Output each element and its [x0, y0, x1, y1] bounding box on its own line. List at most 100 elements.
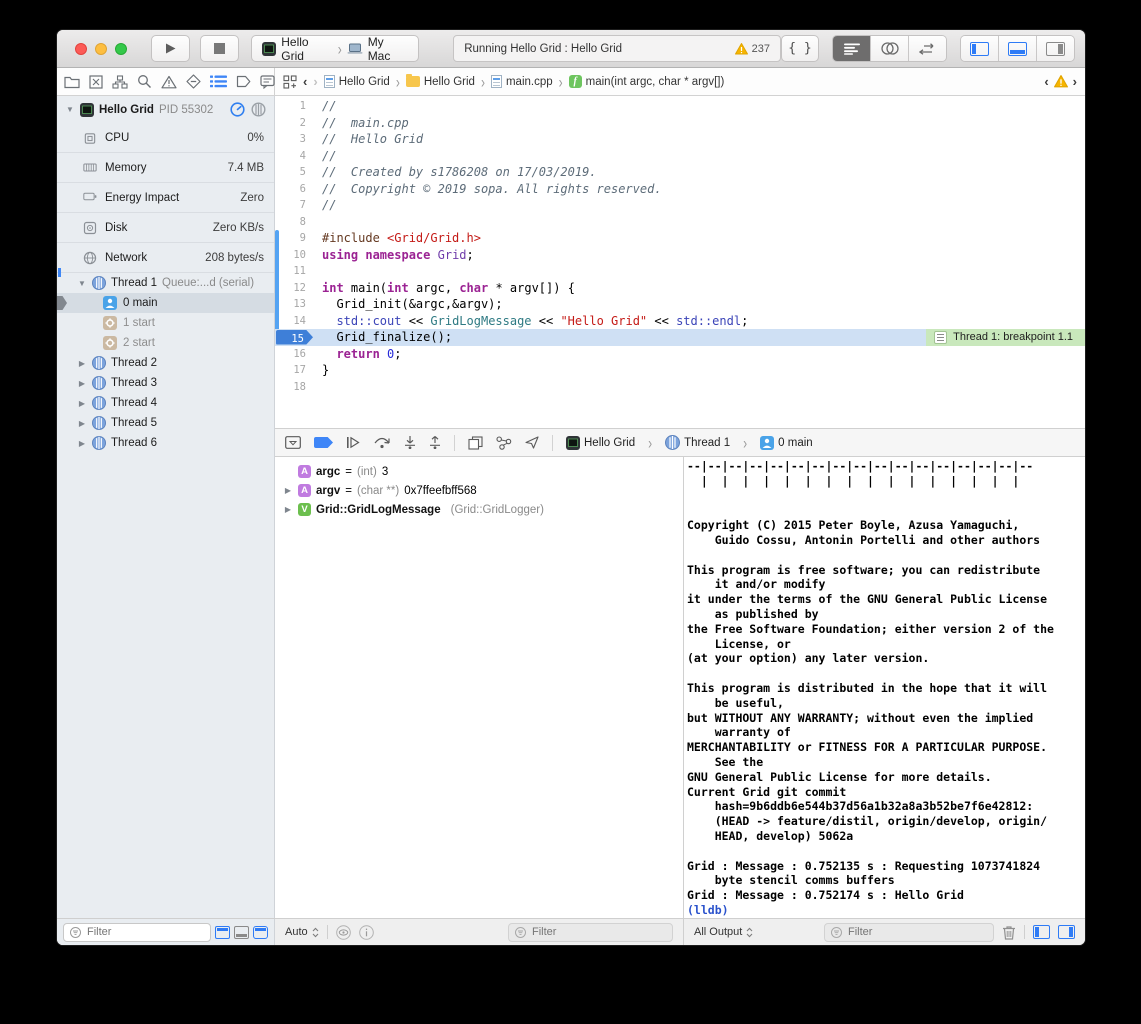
- variables-view[interactable]: Aargc=(int)3▶Aargv=(char **)0x7ffeefbff5…: [275, 457, 683, 918]
- stack-frame-row[interactable]: 2 start: [57, 333, 274, 353]
- filter-input[interactable]: [85, 925, 204, 939]
- line-number-gutter[interactable]: 18: [275, 379, 315, 396]
- variable-row[interactable]: ▶VGrid::GridLogMessage(Grid::GridLogger): [275, 500, 683, 519]
- console-scope-selector[interactable]: All Output: [694, 926, 753, 938]
- line-number-gutter[interactable]: 7: [275, 197, 315, 214]
- breadcrumb-project[interactable]: Hello Grid: [324, 75, 390, 88]
- filter-input[interactable]: [846, 925, 987, 939]
- breakpoint-navigator-icon[interactable]: [236, 75, 251, 88]
- toggle-inspector-button[interactable]: [1036, 36, 1074, 61]
- variables-filter-field[interactable]: [508, 923, 673, 942]
- disclosure-triangle[interactable]: ▶: [77, 419, 87, 428]
- code-line[interactable]: 9#include <Grid/Grid.h>: [275, 230, 1085, 247]
- version-editor-button[interactable]: [908, 36, 946, 61]
- gauge-row-cpu[interactable]: CPU0%: [57, 123, 274, 152]
- lldb-prompt[interactable]: (lldb): [687, 903, 735, 917]
- filter-input[interactable]: [530, 925, 666, 939]
- breakpoints-toggle-button[interactable]: [314, 437, 333, 448]
- stop-button[interactable]: [200, 35, 239, 62]
- process-row[interactable]: ▼ Hello Grid PID 55302: [57, 96, 274, 123]
- threads-view-icon[interactable]: [251, 102, 266, 117]
- code-line[interactable]: 18: [275, 379, 1085, 396]
- toggle-variables-view-button[interactable]: [1033, 925, 1050, 939]
- symbol-navigator-icon[interactable]: [112, 75, 128, 89]
- disclosure-triangle[interactable]: ▶: [283, 486, 293, 495]
- code-line[interactable]: 1//: [275, 98, 1085, 115]
- test-navigator-icon[interactable]: [186, 74, 201, 89]
- close-window-button[interactable]: [75, 43, 87, 55]
- code-line[interactable]: 3// Hello Grid: [275, 131, 1085, 148]
- gauge-row-disk[interactable]: DiskZero KB/s: [57, 212, 274, 242]
- debug-breadcrumb-thread[interactable]: Thread 1: [665, 435, 730, 450]
- line-number-gutter[interactable]: 9: [275, 230, 315, 247]
- variable-row[interactable]: Aargc=(int)3: [275, 462, 683, 481]
- source-editor[interactable]: 1//2// main.cpp3// Hello Grid4//5// Crea…: [275, 96, 1085, 428]
- line-number-gutter[interactable]: 14: [275, 313, 315, 330]
- go-forward-button[interactable]: ›: [313, 74, 317, 89]
- zoom-window-button[interactable]: [115, 43, 127, 55]
- code-line[interactable]: 6// Copyright © 2019 sopa. All rights re…: [275, 181, 1085, 198]
- previous-issue-button[interactable]: ‹: [1044, 74, 1048, 89]
- view-debugger-icon[interactable]: [468, 436, 483, 450]
- toggle-console-view-button[interactable]: [1058, 925, 1075, 939]
- disclosure-triangle[interactable]: ▶: [77, 399, 87, 408]
- console-filter-field[interactable]: [824, 923, 994, 942]
- assistant-editor-button[interactable]: [870, 36, 908, 61]
- find-navigator-icon[interactable]: [137, 74, 152, 89]
- related-items-icon[interactable]: [283, 75, 297, 89]
- disclosure-triangle[interactable]: ▼: [65, 105, 75, 114]
- thread-row[interactable]: ▶Thread 6: [57, 433, 274, 453]
- library-button[interactable]: { }: [781, 35, 819, 62]
- clear-console-button[interactable]: [1002, 925, 1016, 940]
- gauge-row-energy[interactable]: Energy ImpactZero: [57, 182, 274, 212]
- code-line[interactable]: 10using namespace Grid;: [275, 247, 1085, 264]
- disclosure-triangle[interactable]: ▶: [283, 505, 293, 514]
- navigator-filter-field[interactable]: [63, 923, 211, 942]
- activity-viewer[interactable]: Running Hello Grid : Hello Grid 237: [453, 35, 781, 62]
- line-number-gutter[interactable]: 1: [275, 98, 315, 115]
- line-number-gutter[interactable]: 2: [275, 115, 315, 132]
- warning-counter[interactable]: 237: [735, 43, 770, 55]
- code-line[interactable]: 12int main(int argc, char * argv[]) {: [275, 280, 1085, 297]
- thread-row[interactable]: ▶Thread 5: [57, 413, 274, 433]
- line-number-gutter[interactable]: 16: [275, 346, 315, 363]
- next-issue-button[interactable]: ›: [1073, 74, 1077, 89]
- simulate-location-icon[interactable]: [525, 436, 539, 449]
- code-line[interactable]: 5// Created by s1786208 on 17/03/2019.: [275, 164, 1085, 181]
- line-number-gutter[interactable]: 3: [275, 131, 315, 148]
- step-out-button[interactable]: [429, 436, 441, 449]
- line-number-gutter[interactable]: 12: [275, 280, 315, 297]
- gauge-icon[interactable]: [230, 102, 245, 117]
- debug-breadcrumb-process[interactable]: Hello Grid: [566, 436, 635, 450]
- flagged-threads-filter-icon[interactable]: [215, 926, 230, 939]
- report-navigator-icon[interactable]: [260, 75, 275, 89]
- line-number-gutter[interactable]: 6: [275, 181, 315, 198]
- issue-navigator-icon[interactable]: [161, 75, 177, 89]
- breakpoint-annotation[interactable]: Thread 1: breakpoint 1.1: [926, 329, 1085, 346]
- console-view[interactable]: --|--|--|--|--|--|--|--|--|--|--|--|--|-…: [683, 457, 1085, 918]
- running-blocks-filter-icon[interactable]: [234, 926, 249, 939]
- debug-navigator-icon[interactable]: [210, 75, 227, 88]
- code-line[interactable]: 14 std::cout << GridLogMessage << "Hello…: [275, 313, 1085, 330]
- line-number-gutter[interactable]: 13: [275, 296, 315, 313]
- line-number-gutter[interactable]: 8: [275, 214, 315, 231]
- line-number-gutter[interactable]: 10: [275, 247, 315, 264]
- code-line[interactable]: 7//: [275, 197, 1085, 214]
- disclosure-triangle[interactable]: ▶: [77, 439, 87, 448]
- thread-row[interactable]: ▶Thread 2: [57, 353, 274, 373]
- thread-row[interactable]: ▶Thread 3: [57, 373, 274, 393]
- step-into-button[interactable]: [404, 436, 416, 449]
- minimize-window-button[interactable]: [95, 43, 107, 55]
- quicklook-eye-icon[interactable]: [336, 925, 351, 940]
- memory-graph-icon[interactable]: [496, 436, 512, 450]
- standard-editor-button[interactable]: [833, 36, 870, 61]
- breadcrumb-group[interactable]: Hello Grid: [406, 76, 475, 88]
- code-line[interactable]: 17}: [275, 362, 1085, 379]
- code-line[interactable]: 8: [275, 214, 1085, 231]
- gauge-row-network[interactable]: Network208 bytes/s: [57, 242, 274, 272]
- code-line[interactable]: 2// main.cpp: [275, 115, 1085, 132]
- stack-frame-row[interactable]: 1 start: [57, 313, 274, 333]
- current-execution-line[interactable]: 15 Grid_finalize();Thread 1: breakpoint …: [275, 329, 1085, 346]
- line-number-gutter[interactable]: 5: [275, 164, 315, 181]
- thread-row[interactable]: ▼Thread 1 Queue:...d (serial): [57, 273, 274, 293]
